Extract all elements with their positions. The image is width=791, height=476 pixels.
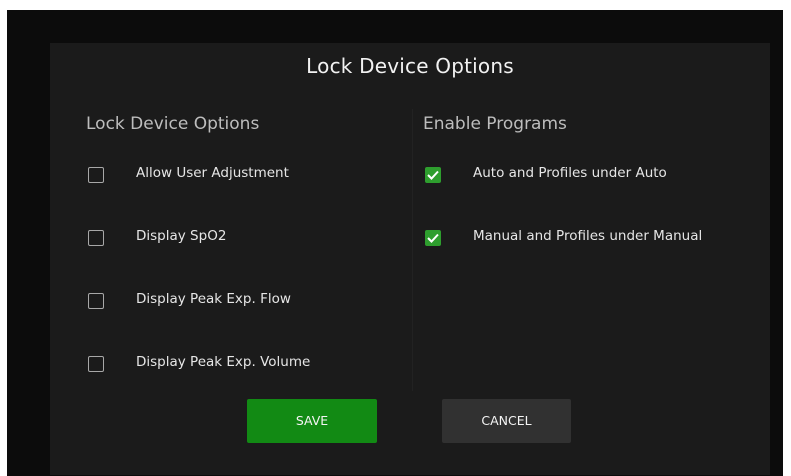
option-display-peak-exp-flow[interactable]: Display Peak Exp. Flow: [88, 291, 388, 313]
option-label: Display SpO2: [136, 228, 227, 244]
enable-programs-heading: Enable Programs: [423, 114, 567, 134]
checkbox[interactable]: [88, 293, 104, 309]
option-label: Allow User Adjustment: [136, 165, 289, 181]
option-manual-and-profiles[interactable]: Manual and Profiles under Manual: [425, 228, 745, 250]
checkbox[interactable]: [88, 356, 104, 372]
dialog-title: Lock Device Options: [306, 54, 514, 78]
option-label: Manual and Profiles under Manual: [473, 228, 703, 244]
lock-device-options-dialog: Lock Device Options Lock Device Options …: [50, 43, 770, 475]
option-allow-user-adjustment[interactable]: Allow User Adjustment: [88, 165, 388, 187]
option-display-spo2[interactable]: Display SpO2: [88, 228, 388, 250]
option-label: Display Peak Exp. Flow: [136, 291, 291, 307]
checkbox-checked[interactable]: [425, 167, 441, 183]
option-auto-and-profiles[interactable]: Auto and Profiles under Auto: [425, 165, 745, 187]
checkbox[interactable]: [88, 167, 104, 183]
checkmark-icon: [427, 170, 439, 180]
option-label: Auto and Profiles under Auto: [473, 165, 667, 181]
checkbox-checked[interactable]: [425, 230, 441, 246]
lock-device-options-heading: Lock Device Options: [86, 114, 260, 134]
column-divider: [412, 109, 413, 391]
checkmark-icon: [427, 233, 439, 243]
cancel-button[interactable]: CANCEL: [442, 399, 571, 443]
option-display-peak-exp-volume[interactable]: Display Peak Exp. Volume: [88, 354, 388, 376]
checkbox[interactable]: [88, 230, 104, 246]
screen-frame: Lock Device Options Lock Device Options …: [7, 10, 783, 476]
option-label: Display Peak Exp. Volume: [136, 354, 311, 370]
save-button[interactable]: SAVE: [247, 399, 377, 443]
